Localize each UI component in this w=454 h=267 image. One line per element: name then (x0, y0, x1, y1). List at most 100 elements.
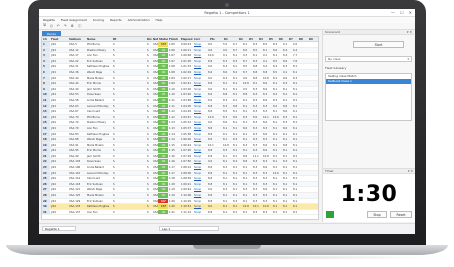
column-header[interactable]: Elapsed (180, 37, 193, 41)
timer-panel-title: Timer (325, 169, 334, 173)
table-cell: 8.3 (253, 132, 258, 136)
table-cell: 1:12 (169, 110, 175, 114)
table-cell: 1:19 (169, 194, 175, 198)
print-icon[interactable]: ⎙ (50, 24, 53, 28)
column-header[interactable]: R8 (298, 37, 308, 41)
table-cell: 8.3 (263, 126, 268, 130)
column-header[interactable]: R5 (268, 37, 278, 41)
table-cell: 8.2 (273, 93, 278, 97)
table-cell: J/24 (51, 87, 56, 91)
column-header[interactable]: Sailnum (68, 37, 86, 41)
minimize-icon[interactable]: — (391, 10, 395, 15)
glossary-title: Fleet Glossary (325, 66, 347, 70)
class-select[interactable]: No class ▾ (325, 56, 412, 62)
table-cell: Sloop (194, 121, 202, 125)
column-header[interactable]: Ch (42, 37, 50, 41)
column-header[interactable]: R1 (223, 37, 238, 41)
reset-button[interactable]: Reset (390, 211, 412, 218)
table-cell: 1:19 (169, 188, 175, 192)
table-cell: 8.1 (293, 188, 298, 192)
redo-icon[interactable]: ↷ (64, 24, 67, 28)
save-icon[interactable]: 🖫 (43, 23, 46, 29)
menu-item[interactable]: Help (156, 18, 163, 22)
table-cell: 8.1 (293, 199, 298, 203)
table-cell: 8.3 (253, 182, 258, 186)
table-cell: 9.0 (208, 205, 213, 209)
table-cell: 5.5 (223, 43, 228, 46)
table-cell: 8.2 (273, 104, 278, 108)
stop-button[interactable]: Stop (367, 211, 387, 218)
table-cell: 8.3 (243, 188, 248, 192)
table-cell: 8.0 (243, 48, 248, 52)
table-cell: Phil Burns (87, 43, 100, 46)
column-header[interactable]: Finish (168, 37, 180, 41)
table-cell: 8.1 (223, 171, 228, 175)
table-row[interactable]: 31 J/24 USA 137 Ann Fen S S USA OK 1:21 1:11:14 Sl… (42, 209, 318, 216)
table-cell: OK (158, 137, 168, 142)
table-cell: Linda Ballard (87, 98, 104, 102)
table-cell: 8.1 (293, 160, 298, 164)
settings-icon[interactable]: ⚙ (71, 24, 74, 28)
table-cell: J/24 (51, 154, 56, 158)
table-cell: 9.0 (208, 43, 213, 46)
column-header[interactable]: Bt (112, 37, 146, 41)
table-cell: USA 88 (69, 138, 79, 142)
undo-icon[interactable]: ↶ (57, 24, 60, 28)
table-cell: 10.8 (223, 143, 229, 147)
table-cell: 8.1 (273, 199, 278, 203)
table-cell: 1:06:44 (181, 143, 191, 147)
column-header[interactable]: R3 (248, 37, 258, 41)
table-cell: USA 91 (69, 143, 79, 147)
table-cell: 8.3 (263, 160, 268, 164)
table-cell: USA 36 (69, 70, 79, 74)
table-cell: J/24 (51, 110, 56, 114)
table-cell: S (113, 182, 115, 186)
table-cell: 8.1 (293, 132, 298, 136)
table-cell: 8.5 (253, 48, 258, 52)
menu-item[interactable]: Scoring (93, 18, 104, 22)
table-cell: 15 (42, 120, 50, 125)
column-header[interactable]: Pts (209, 37, 223, 41)
menu-item[interactable]: Administration (128, 18, 150, 22)
table-cell: USA 40 (69, 76, 79, 80)
lap-field[interactable]: Lap 1 (159, 226, 219, 231)
column-header[interactable]: R6 (278, 37, 288, 41)
column-header[interactable]: Name (86, 37, 112, 41)
table-cell: 8.1 (283, 138, 288, 142)
menu-item[interactable]: Reports (110, 18, 122, 22)
panel-close-icon[interactable]: ▾ ✕ (407, 30, 412, 34)
table-cell: 8.3 (223, 65, 228, 69)
table-cell: USA 114 (69, 177, 81, 181)
table-cell: 8.1 (273, 138, 278, 142)
table-cell: 8.3 (243, 115, 248, 119)
column-header[interactable]: R7 (288, 37, 298, 41)
table-cell: Eric Sullivan (87, 59, 103, 63)
list-item[interactable]: Sailboat Class 1 (326, 79, 411, 84)
column-header[interactable]: Status (158, 37, 168, 41)
column-header[interactable]: R9 (308, 37, 318, 41)
table-cell: 1:05 (169, 43, 175, 46)
table-cell: S (113, 43, 115, 46)
column-header[interactable]: Corr (193, 37, 209, 41)
column-header[interactable]: R2 (238, 37, 248, 41)
table-cell: 8.8 (208, 182, 213, 186)
menu-item[interactable]: Regatta (43, 18, 55, 22)
column-header[interactable]: Fleet (50, 37, 68, 41)
info-icon[interactable]: ⓘ (78, 24, 82, 29)
table-cell: J/24 (51, 104, 56, 108)
table-cell: 8.3 (233, 160, 238, 164)
table-cell: 8.1 (283, 93, 288, 97)
maximize-icon[interactable]: ☐ (400, 10, 404, 15)
table-cell: 8.1 (233, 194, 238, 198)
panel-close-icon[interactable]: ▾ ✕ (408, 169, 413, 173)
table-cell: 8.1 (243, 199, 248, 203)
menu-item[interactable]: Fleet Assignment (61, 18, 87, 22)
table-cell: 1:09 (169, 76, 175, 80)
start-button[interactable]: Start (353, 41, 404, 48)
column-header[interactable]: R4 (258, 37, 268, 41)
table-cell: OK (158, 153, 168, 159)
regatta-field[interactable]: Regatta 1 (42, 226, 76, 231)
table-cell: 8.1 (253, 54, 258, 58)
table-cell: 8.1 (293, 126, 298, 130)
close-icon[interactable]: ✕ (409, 10, 412, 15)
